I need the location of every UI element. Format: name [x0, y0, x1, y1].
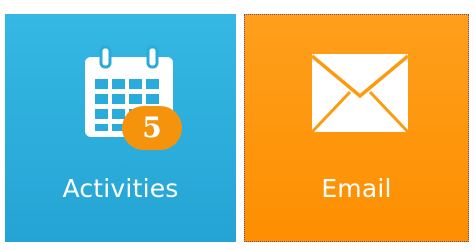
- activities-tile[interactable]: 5 Activities: [5, 14, 236, 242]
- activities-label: Activities: [62, 174, 179, 203]
- email-label: Email: [321, 174, 392, 203]
- activities-count-badge: 5: [122, 106, 182, 150]
- email-tile[interactable]: Email: [244, 14, 469, 242]
- app-tiles: 5 Activities Email: [0, 0, 475, 250]
- envelope-icon: [310, 54, 410, 134]
